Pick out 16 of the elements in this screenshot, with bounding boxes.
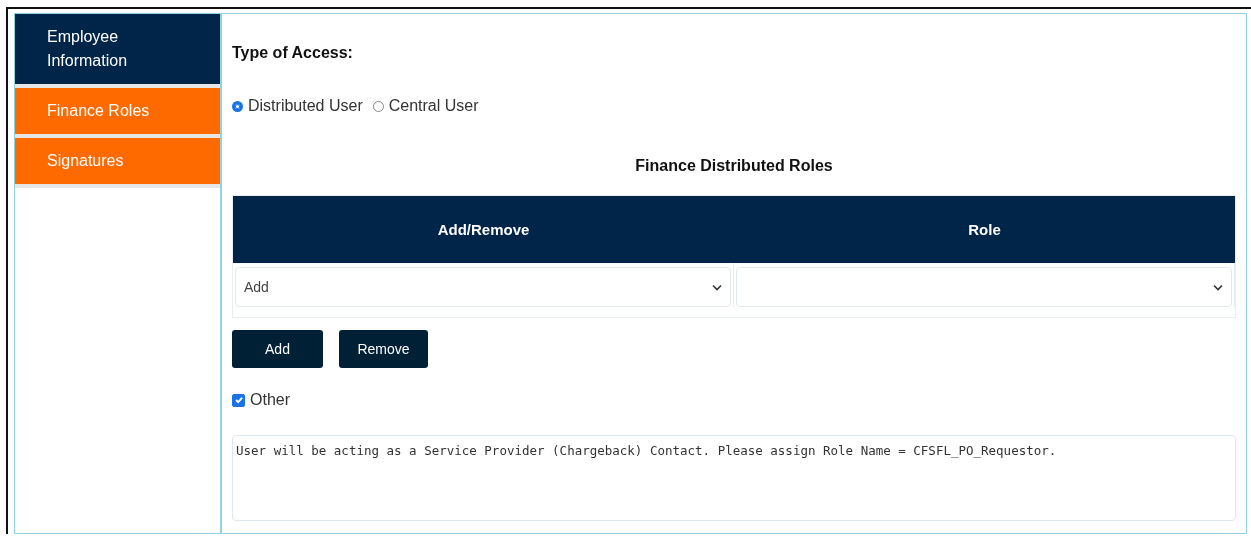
column-header: Role xyxy=(967,220,1002,240)
action-button[interactable]: Remove xyxy=(339,330,428,368)
chevron-down-icon xyxy=(1213,283,1223,291)
dropdown[interactable] xyxy=(736,267,1232,307)
radio-option[interactable]: Central User xyxy=(372,97,479,115)
section-label: Type of Access: xyxy=(232,44,354,62)
checkbox-option[interactable]: Other xyxy=(232,391,1236,409)
chevron-down-icon xyxy=(712,283,722,291)
check-icon xyxy=(233,395,244,405)
sidebar-item[interactable]: Employee Information xyxy=(15,14,220,88)
comment-field[interactable]: User will be acting as a Service Provider (Chargeback) Contact. Please assign Role Name = CFSFL_PO_Requestor. xyxy=(232,435,1236,521)
action-button[interactable]: Add xyxy=(232,330,323,368)
radio-option[interactable]: Distributed User xyxy=(232,97,363,115)
section-title: Finance Distributed Roles xyxy=(634,157,834,175)
dropdown[interactable]: Add xyxy=(235,267,731,307)
column-header: Add/Remove xyxy=(436,220,531,240)
